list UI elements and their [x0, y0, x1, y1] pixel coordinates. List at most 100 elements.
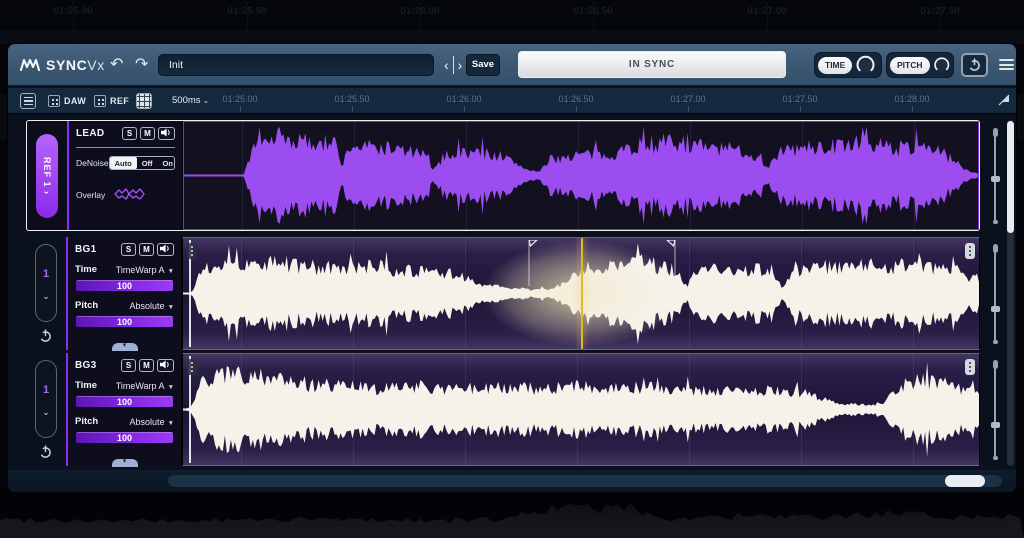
bg1-track-row: 1 ⌄ BG1 S M Time TimeW	[26, 237, 980, 350]
daw-toggle-icon	[48, 95, 60, 107]
pitch-knob[interactable]	[933, 55, 951, 76]
clip-menu-icon[interactable]	[187, 359, 197, 375]
host-right-edge	[1017, 94, 1024, 140]
time-mode-dropdown[interactable]: TimeWarp A▼	[116, 381, 174, 391]
grid-interval-dropdown[interactable]: 500ms⌄	[172, 95, 209, 106]
plugin-window: SYNCVx ↶ ↷ Init ‹ › Save IN SYNC TIME PI…	[8, 44, 1016, 492]
time-knob[interactable]	[855, 55, 876, 76]
ref-track-tab[interactable]: REF 1 ›	[36, 134, 58, 218]
hamburger-menu-icon[interactable]	[999, 59, 1014, 73]
ref-track-header: LEAD S M DeNoise Auto Off On	[67, 121, 183, 230]
bg3-track-name: BG3	[75, 360, 96, 371]
mute-button[interactable]: M	[139, 243, 154, 256]
track-menu-icon[interactable]	[965, 359, 975, 375]
time-amount-slider[interactable]: 100	[75, 279, 174, 292]
horizontal-scrollbar[interactable]	[168, 475, 1002, 487]
time-button[interactable]: TIME	[818, 57, 852, 74]
next-preset-button[interactable]: ›	[454, 55, 467, 75]
playhead[interactable]	[581, 238, 583, 349]
denoise-auto-option[interactable]: Auto	[110, 157, 137, 169]
fader-handle[interactable]	[991, 176, 1000, 182]
speaker-icon	[160, 244, 171, 253]
bg1-track-name: BG1	[75, 244, 96, 255]
header-collapse-handle[interactable]: ▾	[112, 459, 138, 467]
ref-track-name: LEAD	[76, 128, 104, 139]
preset-field[interactable]: Init	[158, 54, 434, 76]
header-collapse-handle[interactable]: ▾	[112, 343, 138, 351]
dropdown-arrow-icon: ▼	[168, 384, 174, 391]
solo-button[interactable]: S	[121, 243, 136, 256]
bg3-volume-fader[interactable]	[989, 360, 1001, 460]
bg3-group-pill[interactable]: 1 ⌄	[35, 360, 57, 438]
ruler-time-label: 01:28.00	[894, 94, 929, 104]
host-time-label: 01:25.00	[53, 6, 92, 17]
marker-flag-icon[interactable]	[998, 94, 1010, 106]
power-icon	[968, 58, 981, 72]
host-daw-waveform	[0, 492, 1024, 538]
bg1-waveform-display	[182, 237, 980, 350]
mute-button[interactable]: M	[140, 127, 155, 140]
power-button[interactable]	[961, 53, 988, 77]
speaker-icon	[160, 360, 171, 369]
pitch-amount-slider[interactable]: 100	[75, 315, 174, 328]
timeline-ruler: DAW REF 500ms⌄ 01:25.0001:25.5001:26.000…	[8, 88, 1016, 114]
ref-volume-fader[interactable]	[989, 128, 1001, 224]
vertical-scrollbar[interactable]	[1007, 120, 1014, 466]
region-end-flag[interactable]	[666, 240, 676, 286]
ref-waveform-display	[183, 121, 979, 230]
pitch-mode-dropdown[interactable]: Absolute▼	[130, 417, 174, 427]
denoise-on-option[interactable]: On	[158, 157, 175, 169]
save-button[interactable]: Save	[466, 54, 500, 76]
time-control-group: TIME	[814, 52, 882, 78]
ruler-time-label: 01:25.00	[222, 94, 257, 104]
time-label: Time	[75, 264, 97, 275]
ruler-time-label: 01:27.50	[782, 94, 817, 104]
ref-track-row: REF 1 › LEAD S M DeNoise Auto Off	[26, 120, 980, 231]
time-amount-slider[interactable]: 100	[75, 395, 174, 408]
bg3-track-header: BG3 S M Time TimeWarp A▼ 100 Pitch Absol…	[66, 353, 182, 466]
speaker-button[interactable]	[158, 127, 175, 140]
speaker-icon	[161, 128, 172, 137]
time-label: Time	[75, 380, 97, 391]
solo-button[interactable]: S	[121, 359, 136, 372]
grid-icon[interactable]	[136, 93, 152, 109]
bg1-volume-fader[interactable]	[989, 244, 1001, 344]
waves-logo	[20, 57, 40, 73]
speaker-button[interactable]	[157, 243, 174, 256]
dropdown-arrow-icon: ▼	[168, 268, 174, 275]
solo-button[interactable]: S	[122, 127, 137, 140]
denoise-off-option[interactable]: Off	[137, 157, 158, 169]
vertical-scrollbar-thumb[interactable]	[1007, 121, 1014, 233]
clip-menu-icon[interactable]	[187, 243, 197, 259]
ref-toggle[interactable]: REF	[94, 95, 129, 107]
mute-button[interactable]: M	[139, 359, 154, 372]
host-time-label: 01:26.50	[573, 6, 612, 17]
pitch-mode-dropdown[interactable]: Absolute▼	[130, 301, 174, 311]
bg3-power-icon[interactable]	[39, 445, 52, 459]
undo-icon[interactable]: ↶	[110, 57, 123, 73]
fader-handle[interactable]	[991, 422, 1000, 428]
fader-handle[interactable]	[991, 306, 1000, 312]
horizontal-scrollbar-thumb[interactable]	[945, 475, 985, 487]
pitch-amount-slider[interactable]: 100	[75, 431, 174, 444]
daw-toggle[interactable]: DAW	[48, 95, 86, 107]
speaker-button[interactable]	[157, 359, 174, 372]
bottom-bar	[8, 470, 1016, 492]
bg1-group-pill[interactable]: 1 ⌄	[35, 244, 57, 322]
denoise-segmented-control: Auto Off On	[109, 156, 175, 170]
bg1-track-header: BG1 S M Time TimeWarp A▼ 100 Pitch Absol…	[66, 237, 182, 350]
chevron-down-icon[interactable]: ⌄	[42, 410, 50, 414]
time-mode-dropdown[interactable]: TimeWarp A▼	[116, 265, 174, 275]
bg1-power-icon[interactable]	[39, 329, 52, 343]
track-list-icon[interactable]	[20, 93, 36, 109]
track-menu-icon[interactable]	[965, 243, 975, 259]
redo-icon[interactable]: ↷	[135, 57, 148, 73]
chevron-down-icon[interactable]: ⌄	[42, 294, 50, 298]
overlay-waveform-icon[interactable]	[113, 186, 147, 203]
prev-preset-button[interactable]: ‹	[440, 55, 453, 75]
pitch-button[interactable]: PITCH	[890, 57, 930, 74]
pitch-label: Pitch	[75, 300, 98, 311]
host-time-label: 01:25.50	[227, 6, 266, 17]
bg3-rail: 1 ⌄	[26, 353, 66, 466]
region-start-flag[interactable]	[528, 240, 538, 286]
